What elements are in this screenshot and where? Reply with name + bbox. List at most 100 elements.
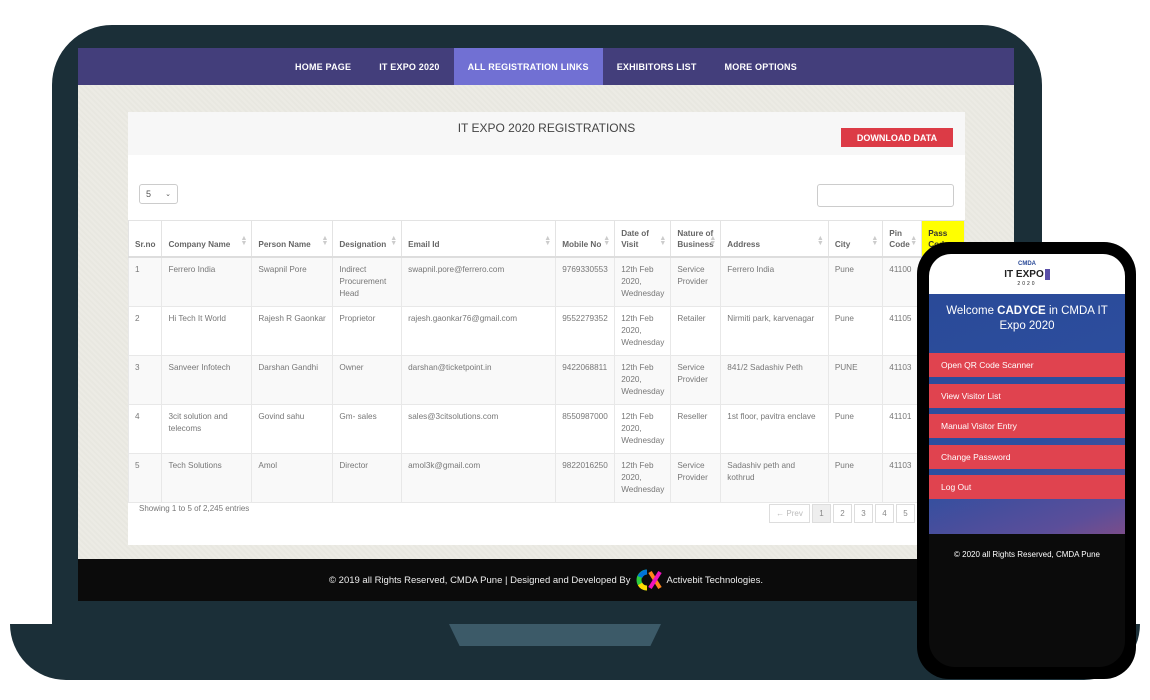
sort-icon: ▲ ▼ [709,234,717,247]
table-header-row: Sr.no Company Name ▲ ▼ Person Name ▲ ▼ Desig… [127,220,965,258]
nav-all-registration-links[interactable]: ALL REGISTRATION LINKS [453,48,603,85]
cell-date-of-visit: 12th Feb 2020, Wednesday [614,305,672,356]
nav-home-page[interactable]: HOME PAGE [281,48,365,85]
cell-pin-code: 41103 [882,452,923,503]
cell-email-id: amol3k@gmail.com [401,452,557,503]
cell-address: Nirmiti park, karvenagar [720,305,829,356]
manual-visitor-entry-button[interactable]: Manual Visitor Entry [929,414,1125,438]
it-expo-logo: CMDA IT EXPO 2020 [1004,260,1050,289]
phone-footer: © 2020 all Rights Reserved, CMDA Pune [954,549,1100,559]
cell-nature-of-business: Service Provider [670,256,722,307]
sort-icon: ▲ ▼ [390,234,398,247]
sort-icon: ▲ ▼ [871,234,879,247]
col-address[interactable]: Address ▲ ▼ [720,220,829,258]
phone-header: CMDA IT EXPO 2020 [929,254,1125,294]
download-data-button[interactable]: DOWNLOAD DATA [841,128,953,147]
welcome-user: CADYCE [997,305,1046,317]
cell-email-id: darshan@ticketpoint.in [401,354,557,405]
cell-pin-code: 41100 [882,256,923,307]
col-city[interactable]: City ▲ ▼ [827,220,884,258]
cell-mobile-no: 9822016250 [555,452,616,503]
phone-screen: CMDA IT EXPO 2020 Welcome CADYCE in CMDA… [929,254,1125,667]
cell-city: Pune [827,452,884,503]
cell-sr-no: 4 [127,403,163,454]
sort-icon: ▲ ▼ [603,234,611,247]
cell-mobile-no: 9769330553 [555,256,616,307]
phone-menu: Open QR Code Scanner View Visitor List M… [929,353,1125,499]
col-sr-no[interactable]: Sr.no [127,220,163,258]
prev-page-button[interactable]: ← Prev [769,504,810,523]
cell-designation: Indirect Procurement Head [332,256,403,307]
mockup-stage: HOME PAGE IT EXPO 2020 ALL REGISTRATION … [0,0,1150,700]
welcome-message: Welcome CADYCE in CMDA IT Expo 2020 [946,305,1108,332]
table-body: 1 Ferrero India Swapnil Pore Indirect Procu… [127,256,965,503]
footer-text: © 2019 all Rights Reserved, CMDA Pune | … [329,574,631,586]
cell-address: Ferrero India [720,256,829,307]
page-title: IT EXPO 2020 REGISTRATIONS [457,121,636,135]
table-row: 1 Ferrero India Swapnil Pore Indirect Procu… [127,256,965,307]
cell-company-name: Ferrero India [161,256,253,307]
phone-body: Welcome CADYCE in CMDA IT Expo 2020 Open… [929,294,1125,534]
cell-date-of-visit: 12th Feb 2020, Wednesday [614,403,672,454]
view-visitor-list-button[interactable]: View Visitor List [929,383,1125,408]
page-button-5[interactable]: 5 [896,504,915,523]
panel-header: IT EXPO 2020 REGISTRATIONS DOWNLOAD DATA [128,112,965,155]
cell-person-name: Govind sahu [251,403,334,454]
cell-email-id: swapnil.pore@ferrero.com [401,256,557,307]
col-email-id[interactable]: Email Id ▲ ▼ [401,220,557,258]
sort-icon: ▲ ▼ [544,234,552,247]
cell-nature-of-business: Reseller [670,403,722,454]
cell-sr-no: 5 [127,452,163,503]
col-mobile-no[interactable]: Mobile No ▲ ▼ [555,220,616,258]
cell-mobile-no: 8550987000 [555,403,616,454]
open-qr-scanner-button[interactable]: Open QR Code Scanner [929,353,1125,377]
footer-company[interactable]: Activebit Technologies. [667,575,763,586]
log-out-button[interactable]: Log Out [929,475,1125,499]
col-date-of-visit[interactable]: Date of Visit ▲ ▼ [614,220,672,258]
activebit-logo-icon [636,569,662,591]
cell-city: Pune [827,256,884,307]
nav-exhibitors-list[interactable]: EXHIBITORS LIST [603,48,711,85]
page-length-value: 5 [146,189,152,199]
cell-nature-of-business: Service Provider [670,354,722,405]
cell-mobile-no: 9422068811 [555,354,616,405]
sort-icon: ▲ ▼ [816,234,824,247]
cell-person-name: Amol [251,452,334,503]
col-pin-code[interactable]: Pin Code ▲ ▼ [882,220,923,258]
cell-designation: Gm- sales [332,403,403,454]
change-password-button[interactable]: Change Password [929,444,1125,469]
nav-it-expo-2020[interactable]: IT EXPO 2020 [365,48,453,85]
cell-pin-code: 41103 [882,354,923,405]
cell-address: Sadashiv peth and kothrud [720,452,829,503]
table-row: 5 Tech Solutions Amol Director amol3k@gmail.… [127,452,965,503]
cell-person-name: Darshan Gandhi [251,354,334,405]
cell-email-id: sales@3citsolutions.com [401,403,557,454]
page-length-select[interactable]: 5 ⌄ [139,184,178,204]
col-person-name[interactable]: Person Name ▲ ▼ [251,220,334,258]
laptop-screen: HOME PAGE IT EXPO 2020 ALL REGISTRATION … [78,48,1014,601]
cell-person-name: Swapnil Pore [251,256,334,307]
cell-designation: Owner [332,354,403,405]
cell-city: Pune [827,305,884,356]
table-row: 4 3cit solution and telecoms Govind sahu Gm… [127,403,965,454]
col-designation[interactable]: Designation ▲ ▼ [332,220,403,258]
page-button-3[interactable]: 3 [854,504,873,523]
cell-address: 1st floor, pavitra enclave [720,403,829,454]
sort-icon: ▲ ▼ [659,234,667,247]
page-button-1[interactable]: 1 [812,504,831,523]
cell-sr-no: 3 [127,354,163,405]
col-nature-of-business[interactable]: Nature of Business ▲ ▼ [670,220,722,258]
page-button-4[interactable]: 4 [875,504,894,523]
cell-pin-code: 41101 [882,403,923,454]
cell-designation: Proprietor [332,305,403,356]
col-company-name[interactable]: Company Name ▲ ▼ [161,220,253,258]
phone-frame: CMDA IT EXPO 2020 Welcome CADYCE in CMDA… [917,242,1136,679]
page-button-2[interactable]: 2 [833,504,852,523]
search-input[interactable] [817,184,954,207]
table-row: 2 Hi Tech It World Rajesh R Gaonkar Proprie… [127,305,965,356]
laptop-notch [449,624,661,646]
cell-nature-of-business: Retailer [670,305,722,356]
registrations-table: Sr.no Company Name ▲ ▼ Person Name ▲ ▼ Desig… [127,220,965,503]
cell-email-id: rajesh.gaonkar76@gmail.com [401,305,557,356]
nav-more-options[interactable]: MORE OPTIONS [711,48,811,85]
